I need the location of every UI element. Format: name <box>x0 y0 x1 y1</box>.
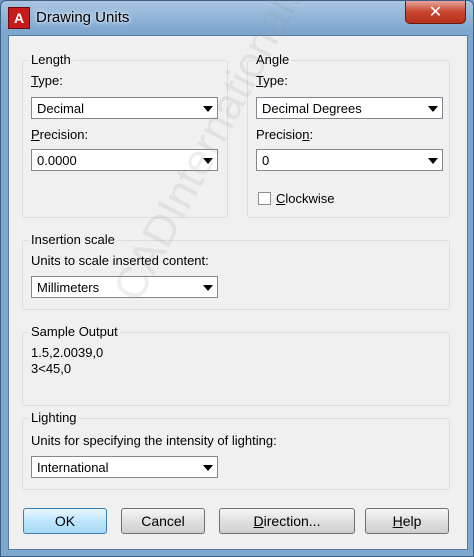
lighting-units-select[interactable]: International <box>31 456 218 478</box>
chevron-down-icon <box>203 158 213 164</box>
chevron-down-icon <box>203 106 213 112</box>
length-group: Length Type: Decimal Precision: 0.0000 <box>22 52 228 218</box>
insertion-scale-group: Insertion scale Units to scale inserted … <box>22 232 450 310</box>
chevron-down-icon <box>428 158 438 164</box>
angle-type-value: Decimal Degrees <box>262 101 362 116</box>
lighting-group-title: Lighting <box>29 410 79 425</box>
angle-type-select[interactable]: Decimal Degrees <box>256 97 443 119</box>
clockwise-checkbox[interactable] <box>258 192 271 205</box>
sample-output-line-2: 3<45,0 <box>31 361 72 376</box>
drawing-units-window: A Drawing Units ✕ Length Type: Decimal P… <box>0 0 474 557</box>
length-group-title: Length <box>29 52 73 67</box>
length-type-value: Decimal <box>37 101 84 116</box>
lighting-units-value: International <box>37 460 109 475</box>
angle-precision-select[interactable]: 0 <box>256 149 443 171</box>
chevron-down-icon <box>203 465 213 471</box>
insertion-units-value: Millimeters <box>37 280 100 295</box>
close-button[interactable]: ✕ <box>405 1 466 24</box>
cancel-button[interactable]: Cancel <box>121 508 205 534</box>
angle-precision-label: Precision: <box>256 127 314 142</box>
direction-button[interactable]: Direction... <box>219 508 355 534</box>
sample-output-line-1: 1.5,2.0039,0 <box>31 345 104 360</box>
lighting-units-label: Units for specifying the intensity of li… <box>31 433 277 448</box>
title-bar[interactable]: A Drawing Units ✕ <box>1 1 473 35</box>
length-type-select[interactable]: Decimal <box>31 97 218 119</box>
sample-output-group: Sample Output 1.5,2.0039,0 3<45,0 <box>22 324 450 406</box>
length-precision-label: Precision: <box>31 127 89 142</box>
chevron-down-icon <box>428 106 438 112</box>
angle-precision-value: 0 <box>262 153 270 168</box>
chevron-down-icon <box>203 285 213 291</box>
length-precision-select[interactable]: 0.0000 <box>31 149 218 171</box>
sample-output-group-title: Sample Output <box>29 324 120 339</box>
angle-group-title: Angle <box>254 52 292 67</box>
autocad-app-icon: A <box>8 7 30 29</box>
close-icon: ✕ <box>428 2 443 21</box>
angle-group: Angle Type: Decimal Degrees Precision: 0… <box>247 52 450 218</box>
ok-button[interactable]: OK <box>23 508 107 534</box>
insertion-scale-group-title: Insertion scale <box>29 232 117 247</box>
clockwise-label[interactable]: Clockwise <box>276 191 335 206</box>
lighting-group: Lighting Units for specifying the intens… <box>22 410 450 490</box>
angle-type-label: Type: <box>256 73 288 88</box>
insertion-units-select[interactable]: Millimeters <box>31 276 218 298</box>
help-button[interactable]: Help <box>365 508 449 534</box>
length-precision-value: 0.0000 <box>37 153 77 168</box>
dialog-body: Length Type: Decimal Precision: 0.0000 A… <box>8 0 468 550</box>
insertion-scale-label: Units to scale inserted content: <box>31 253 209 268</box>
window-title: Drawing Units <box>36 9 130 26</box>
length-type-label: Type: <box>31 73 63 88</box>
